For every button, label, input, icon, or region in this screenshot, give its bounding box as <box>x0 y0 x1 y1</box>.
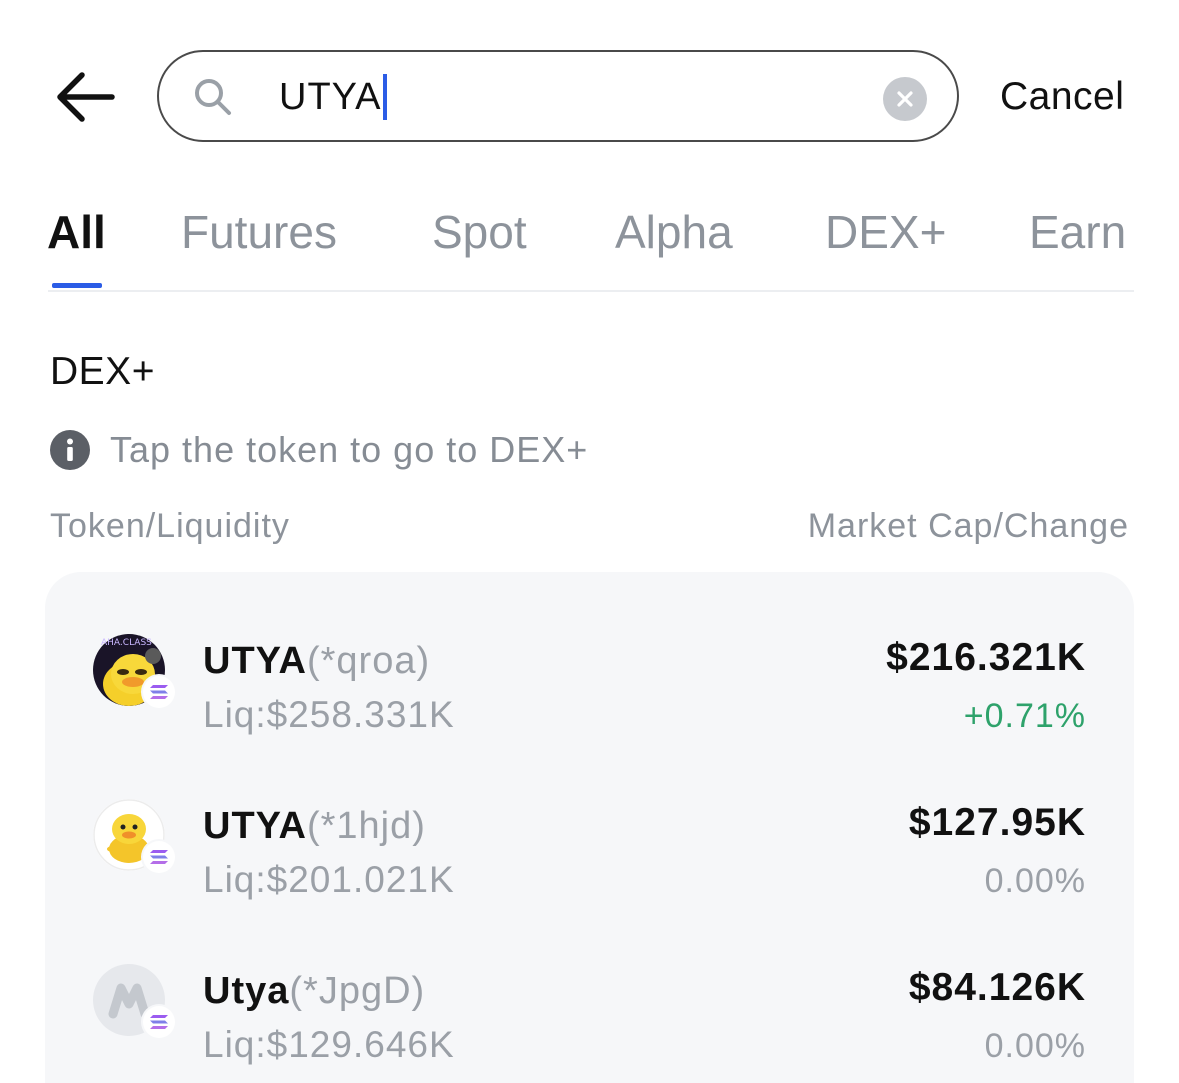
search-results-page: UTYA Cancel All Futures Spot Alpha DEX+ … <box>0 0 1179 1083</box>
token-symbol: UTYA <box>203 640 307 682</box>
category-tabs: All Futures Spot Alpha DEX+ Earn <box>0 196 1179 292</box>
token-address: (*JpgD) <box>289 970 426 1012</box>
info-hint: Tap the token to go to DEX+ <box>50 428 588 472</box>
token-change: +0.71% <box>963 697 1086 735</box>
search-query-value: UTYA <box>279 76 382 118</box>
section-title: DEX+ <box>50 350 155 393</box>
token-row[interactable]: AHA.CLASS UTYA(*qroa) Liq:$258.331K $216… <box>45 608 1134 758</box>
token-change: 0.00% <box>984 862 1086 900</box>
token-name: Utya(*JpgD) <box>203 968 425 1014</box>
tab-spot[interactable]: Spot <box>432 204 527 260</box>
text-caret <box>382 74 387 120</box>
token-change: 0.00% <box>984 1027 1086 1065</box>
arrow-left-icon <box>57 72 115 122</box>
tab-futures[interactable]: Futures <box>181 204 337 260</box>
active-tab-indicator <box>52 283 102 288</box>
info-text: Tap the token to go to DEX+ <box>110 429 589 470</box>
token-row[interactable]: Utya(*JpgD) Liq:$129.646K $84.126K 0.00% <box>45 938 1134 1083</box>
token-market-cap: $127.95K <box>908 801 1086 844</box>
tab-earn[interactable]: Earn <box>1029 204 1126 260</box>
token-liquidity: Liq:$201.021K <box>203 859 455 900</box>
token-market-cap: $84.126K <box>908 966 1086 1009</box>
token-avatar: AHA.CLASS <box>93 634 177 718</box>
token-liquidity: Liq:$258.331K <box>203 694 455 735</box>
token-address: (*1hjd) <box>306 805 426 847</box>
avatar-watermark-text: AHA.CLASS <box>101 638 152 648</box>
solana-chain-icon <box>143 676 175 708</box>
cancel-button[interactable]: Cancel <box>1000 72 1124 122</box>
token-address: (*qroa) <box>306 640 431 682</box>
search-query-text[interactable]: UTYA <box>279 74 387 120</box>
token-name: UTYA(*1hjd) <box>203 803 426 849</box>
token-liquidity: Liq:$129.646K <box>203 1024 455 1065</box>
tab-all[interactable]: All <box>47 204 106 260</box>
solana-chain-icon <box>143 841 175 873</box>
column-header-token-liquidity: Token/Liquidity <box>50 507 290 545</box>
tabs-divider <box>48 290 1134 292</box>
token-symbol: UTYA <box>203 805 307 847</box>
tab-alpha[interactable]: Alpha <box>615 204 733 260</box>
close-icon <box>897 91 913 107</box>
back-button[interactable] <box>50 66 120 128</box>
info-icon <box>50 430 90 470</box>
token-avatar <box>93 799 177 883</box>
clear-search-button[interactable] <box>883 77 927 121</box>
token-row[interactable]: UTYA(*1hjd) Liq:$201.021K $127.95K 0.00% <box>45 773 1134 923</box>
token-list: AHA.CLASS UTYA(*qroa) Liq:$258.331K $216… <box>45 572 1134 1083</box>
solana-chain-icon <box>143 1006 175 1038</box>
column-header-market-cap-change[interactable]: Market Cap/Change <box>808 505 1129 547</box>
search-icon <box>195 79 231 115</box>
search-input[interactable]: UTYA <box>157 50 959 142</box>
tab-dex-plus[interactable]: DEX+ <box>825 204 946 260</box>
token-name: UTYA(*qroa) <box>203 638 430 684</box>
token-market-cap: $216.321K <box>886 636 1086 679</box>
token-avatar <box>93 964 177 1048</box>
token-symbol: Utya <box>203 970 290 1012</box>
